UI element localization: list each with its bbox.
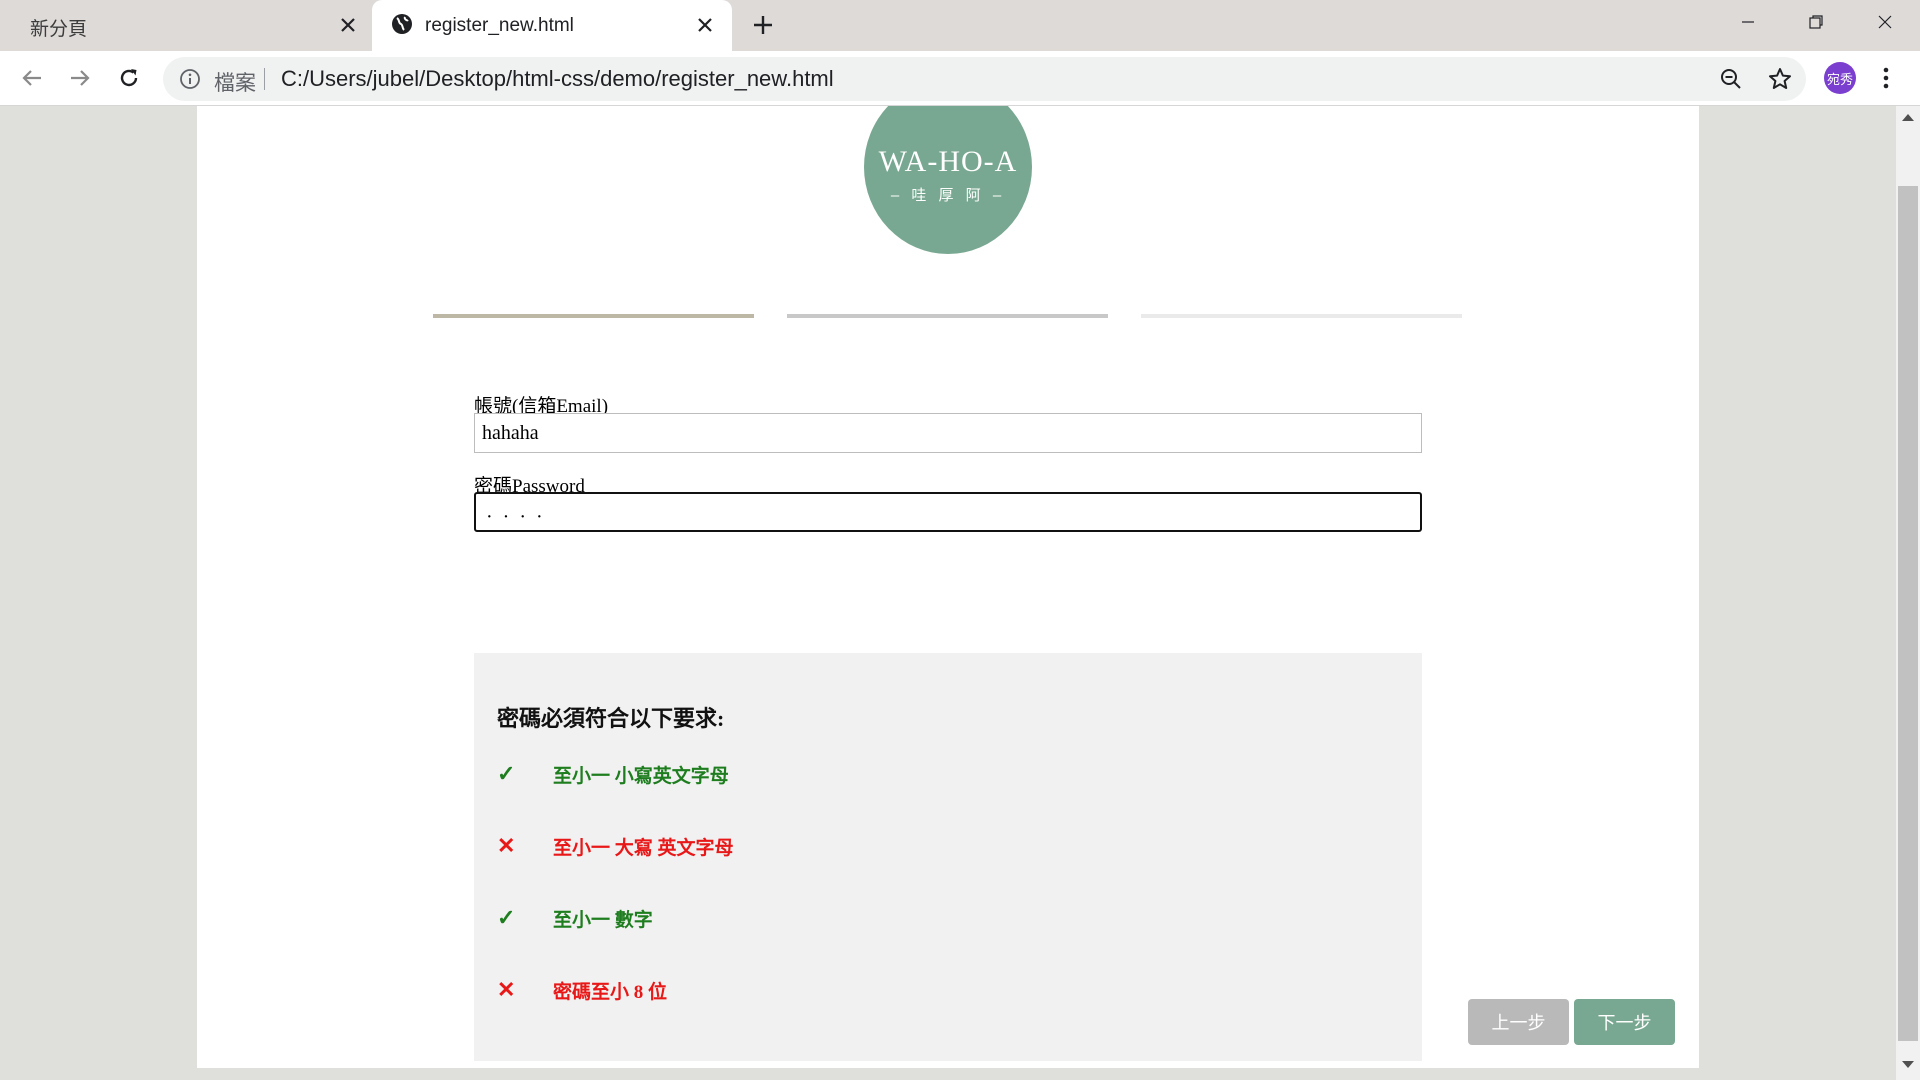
register-card: WA-HO-A – 哇 厚 阿 – 帳號(信箱Email) hahaha 密碼P… (197, 106, 1699, 1068)
kebab-menu-icon[interactable] (1876, 63, 1896, 93)
requirement-text: 至小一 大寫 英文字母 (553, 837, 734, 859)
tab-new-tab[interactable]: 新分頁 (0, 0, 368, 51)
vertical-scrollbar[interactable] (1896, 106, 1920, 1080)
star-icon[interactable] (1767, 66, 1793, 92)
restore-icon (1809, 15, 1823, 29)
divider (264, 68, 265, 90)
requirement-uppercase: ✕ 至小一 大寫 英文字母 (497, 832, 734, 860)
logo-main-text: WA-HO-A (878, 145, 1018, 178)
plus-icon (754, 16, 772, 34)
requirement-length: ✕ 密碼至小 8 位 (497, 976, 667, 1004)
scroll-up-icon[interactable] (1902, 114, 1914, 121)
zoom-out-icon[interactable] (1719, 67, 1743, 91)
reload-button[interactable] (112, 61, 146, 95)
cross-icon: ✕ (497, 833, 516, 858)
logo-sub-text: – 哇 厚 阿 – (890, 187, 1006, 204)
tab-strip: 新分頁 register_new.html (0, 0, 1920, 51)
minimize-button[interactable] (1726, 4, 1770, 40)
password-mask: ···· (486, 506, 553, 528)
scroll-thumb[interactable] (1898, 186, 1918, 1041)
prev-step-button[interactable]: 上一步 (1468, 999, 1569, 1045)
tab-title: register_new.html (425, 15, 574, 36)
password-field[interactable]: ···· (474, 492, 1422, 532)
email-field[interactable]: hahaha (474, 413, 1422, 453)
reload-icon (120, 69, 138, 87)
requirement-text: 密碼至小 8 位 (553, 981, 668, 1003)
requirement-number: ✓ 至小一 數字 (497, 904, 653, 932)
browser-toolbar: 檔案 C:/Users/jubel/Desktop/html-css/demo/… (0, 51, 1920, 106)
arrow-right-icon (71, 70, 90, 86)
requirements-title: 密碼必須符合以下要求: (497, 706, 725, 731)
check-icon: ✓ (497, 761, 516, 786)
info-icon[interactable] (179, 68, 201, 90)
requirement-text: 至小一 小寫英文字母 (553, 765, 729, 787)
url-text[interactable]: C:/Users/jubel/Desktop/html-css/demo/reg… (281, 66, 834, 92)
forward-button[interactable] (63, 61, 97, 95)
back-button[interactable] (15, 61, 49, 95)
window-close-button[interactable] (1863, 4, 1907, 40)
address-bar[interactable]: 檔案 C:/Users/jubel/Desktop/html-css/demo/… (163, 57, 1806, 101)
step-indicator-1 (433, 314, 754, 318)
close-icon[interactable] (335, 12, 361, 38)
arrow-left-icon (22, 70, 41, 86)
origin-label: 檔案 (214, 72, 256, 95)
password-requirements: 密碼必須符合以下要求: ✓ 至小一 小寫英文字母 ✕ 至小一 大寫 英文字母 ✓… (474, 653, 1422, 1061)
minimize-icon (1742, 21, 1754, 23)
restore-button[interactable] (1794, 4, 1838, 40)
step-indicator-3 (1141, 314, 1462, 318)
avatar[interactable]: 宛秀 (1824, 62, 1856, 94)
close-icon[interactable] (692, 12, 718, 38)
requirement-text: 至小一 數字 (553, 909, 653, 931)
globe-icon (390, 12, 414, 36)
cross-icon: ✕ (497, 977, 516, 1002)
next-step-button[interactable]: 下一步 (1574, 999, 1675, 1045)
check-icon: ✓ (497, 905, 516, 930)
close-icon (1878, 15, 1892, 29)
page-viewport: WA-HO-A – 哇 厚 阿 – 帳號(信箱Email) hahaha 密碼P… (0, 106, 1896, 1080)
new-tab-button[interactable] (748, 10, 778, 40)
tab-title: 新分頁 (30, 19, 88, 40)
step-indicator-2 (787, 314, 1108, 318)
tab-register-new[interactable]: register_new.html (372, 0, 732, 51)
requirement-lowercase: ✓ 至小一 小寫英文字母 (497, 760, 729, 788)
brand-logo[interactable]: WA-HO-A – 哇 厚 阿 – (864, 106, 1032, 254)
scroll-down-icon[interactable] (1902, 1061, 1914, 1068)
